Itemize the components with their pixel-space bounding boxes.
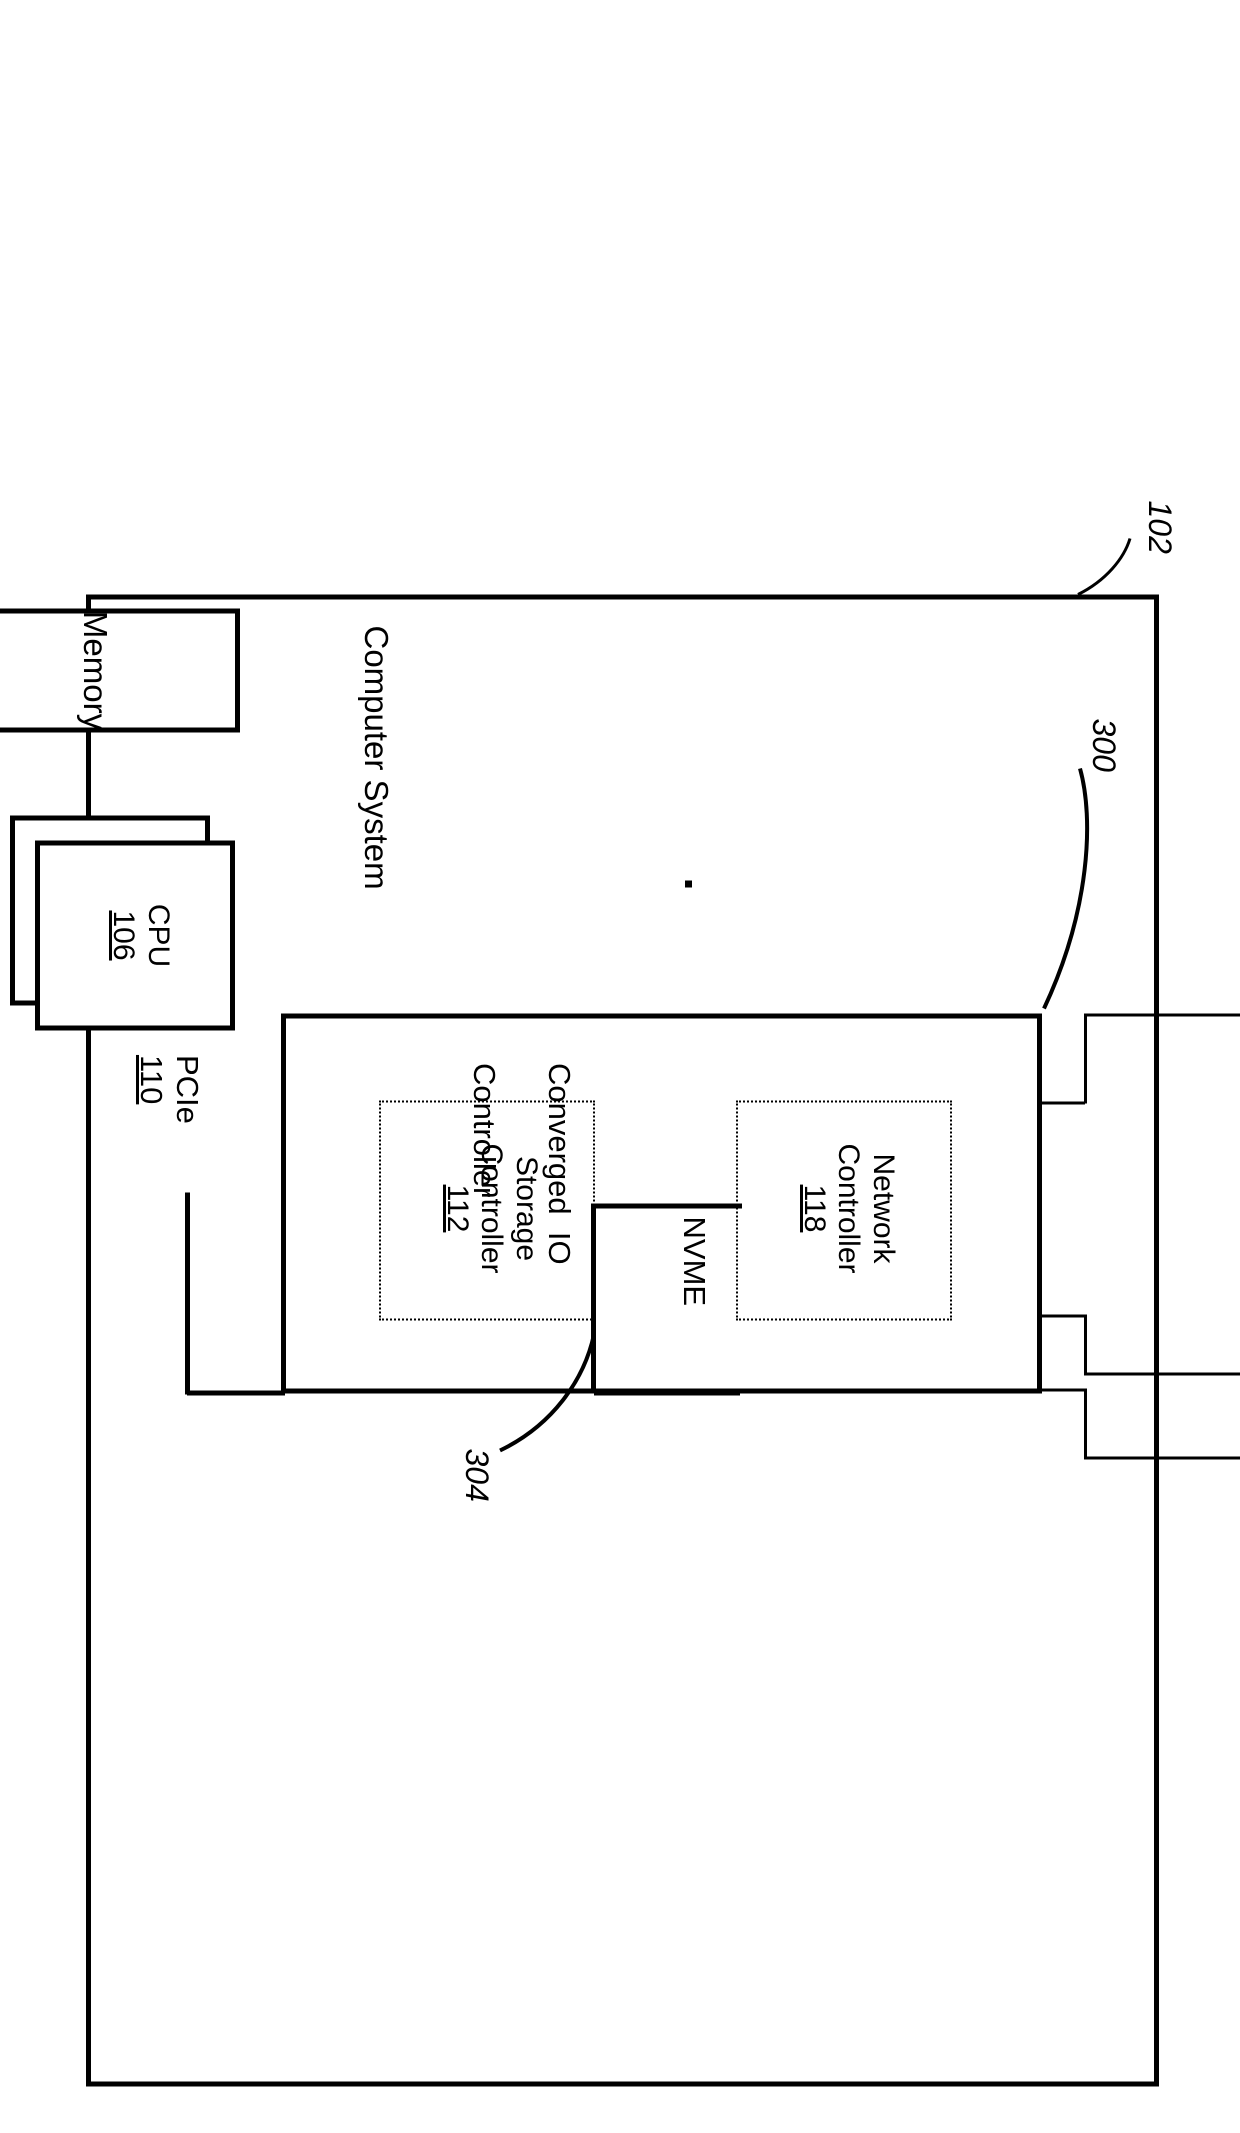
- network-controller-ref: 118: [798, 1184, 831, 1232]
- ref-304-leader: [499, 1333, 596, 1452]
- ref-304-label: 304: [459, 1448, 495, 1502]
- cpu-caption: CPU 106: [106, 840, 176, 1030]
- iscsi-link-jog: [1084, 1388, 1087, 1458]
- network-controller-line1: Network: [867, 1152, 900, 1264]
- ref-102-leader: [1077, 537, 1132, 596]
- sas-link-out: [1084, 1372, 1240, 1375]
- iscsi-link-riser: [1037, 1388, 1085, 1391]
- pcie-stub: [187, 1390, 285, 1395]
- patent-figure-canvas: 102 Computer System Converged IO Control…: [0, 0, 1240, 2133]
- sas-link-riser: [1037, 1314, 1085, 1317]
- network-controller-caption: Network Controller 118: [797, 1100, 900, 1316]
- pcie-stub-run: [185, 1192, 190, 1394]
- pcie-ref: 110: [134, 1054, 170, 1104]
- sas-link-jog: [1084, 1314, 1087, 1374]
- memory-caption: Memory: [76, 608, 114, 732]
- storage-controller-line2: Controller: [475, 1142, 509, 1274]
- network-link-out: [1084, 1013, 1240, 1016]
- cpu-ref: 106: [107, 909, 141, 961]
- nvme-bus-label: NVME: [677, 1216, 712, 1306]
- pcie-label-text: PCIe: [169, 1054, 205, 1124]
- computer-system-label: Computer System: [358, 625, 395, 890]
- network-link-jog: [1084, 1013, 1087, 1103]
- network-link-riser: [1037, 1101, 1085, 1104]
- cpu-line1: CPU: [142, 903, 175, 967]
- storage-controller-line1: Storage: [510, 1155, 543, 1261]
- ref-300-leader: [1042, 767, 1090, 1009]
- pcie-bus-vertical: [594, 1390, 740, 1395]
- memory-box: [0, 608, 240, 732]
- ref-300-label: 300: [1086, 718, 1122, 772]
- iscsi-link-out: [1084, 1456, 1240, 1459]
- memory-line1: Memory: [77, 610, 114, 730]
- network-controller-line2: Controller: [832, 1142, 866, 1274]
- storage-controller-ref: 112: [441, 1184, 474, 1232]
- pcie-label: PCIe 110: [99, 1020, 240, 1123]
- nvme-bus-segment-net: [592, 1203, 742, 1208]
- storage-controller-caption: Storage Controller 112: [440, 1100, 543, 1316]
- ref-102-label: 102: [1142, 500, 1178, 554]
- scan-speck: [685, 880, 692, 887]
